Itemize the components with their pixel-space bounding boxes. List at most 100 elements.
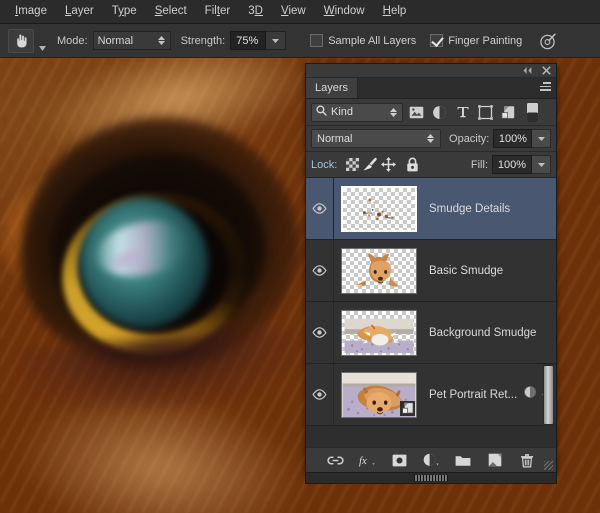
- new-layer-icon[interactable]: [487, 452, 504, 469]
- menu-item-label: ayer: [71, 5, 94, 17]
- layer-blend-mode-value: Normal: [317, 132, 353, 145]
- filter-pixel-layers-icon[interactable]: [407, 103, 426, 122]
- panel-menu-line: [543, 82, 551, 84]
- finger-painting-label: Finger Painting: [448, 34, 523, 47]
- table-row[interactable]: Basic Smudge: [306, 240, 556, 302]
- filter-kind-select[interactable]: Kind: [311, 102, 403, 122]
- lock-transparent-pixels-icon[interactable]: [343, 156, 361, 174]
- layer-blend-mode-select[interactable]: Normal: [311, 129, 442, 148]
- thumbnail-specks: [362, 197, 394, 220]
- lock-label: Lock:: [311, 158, 338, 171]
- menu-item-help[interactable]: Help: [374, 0, 416, 23]
- strength-dropdown-icon[interactable]: [266, 31, 287, 50]
- menu-item-type[interactable]: Type: [103, 0, 146, 23]
- new-group-icon[interactable]: [455, 452, 472, 469]
- opacity-input[interactable]: 100%: [493, 129, 533, 148]
- tab-layers[interactable]: Layers: [306, 78, 359, 98]
- eye-icon: [312, 389, 327, 400]
- new-adjustment-layer-icon[interactable]: [423, 452, 440, 469]
- sample-all-layers-checkbox[interactable]: Sample All Layers: [310, 34, 416, 47]
- fill-dropdown-icon[interactable]: [532, 155, 551, 174]
- layer-visibility-toggle[interactable]: [306, 364, 334, 425]
- layer-name: Basic Smudge: [429, 264, 504, 277]
- menu-item-label: indow: [334, 5, 365, 17]
- menu-accel: H: [382, 5, 391, 17]
- filter-adjustment-layers-icon[interactable]: [430, 103, 449, 122]
- opacity-label: Opacity:: [449, 132, 490, 145]
- strength-input[interactable]: 75%: [230, 31, 267, 50]
- tool-preset-chevron-icon[interactable]: [38, 29, 47, 53]
- tab-layers-label: Layers: [315, 82, 349, 94]
- menu-item-layer[interactable]: Layer: [56, 0, 103, 23]
- panel-menu-line: [540, 89, 551, 91]
- table-row[interactable]: Pet Portrait Ret...: [306, 364, 556, 426]
- strength-label: Strength:: [180, 34, 226, 47]
- opacity-dropdown-icon[interactable]: [532, 129, 551, 148]
- layer-visibility-toggle[interactable]: [306, 178, 334, 239]
- menu-item-label: pe: [123, 5, 137, 17]
- panel-menu-icon[interactable]: [540, 82, 551, 91]
- smart-object-badge-icon: [400, 400, 415, 416]
- stepper-icon: [426, 134, 435, 143]
- filter-kind-label: Kind: [331, 106, 354, 118]
- menu-accel: D: [254, 5, 263, 17]
- layers-panel: Layers Kind Normal Opacity: 100% Lock: F…: [305, 63, 557, 473]
- sample-all-layers-label: Sample All Layers: [328, 34, 417, 47]
- layer-thumbnail[interactable]: [341, 247, 417, 294]
- panel-menu-line: [540, 85, 551, 87]
- fill-input[interactable]: 100%: [492, 155, 532, 174]
- resize-grip-icon[interactable]: [544, 461, 553, 470]
- blend-opacity-row: Normal Opacity: 100%: [306, 126, 556, 152]
- close-icon[interactable]: [542, 62, 551, 80]
- dock-grip-icon: [414, 475, 448, 481]
- layer-filter-row: Kind: [306, 99, 556, 126]
- layer-visibility-toggle[interactable]: [306, 240, 334, 301]
- eye-icon: [312, 327, 327, 338]
- menu-item-label: mage: [18, 5, 47, 17]
- scrollbar-thumb[interactable]: [544, 366, 553, 424]
- menu-item-image[interactable]: Image: [6, 0, 56, 23]
- blend-mode-select[interactable]: Normal: [92, 31, 171, 50]
- filter-shape-layers-icon[interactable]: [476, 103, 495, 122]
- layer-effects-icon[interactable]: [523, 385, 537, 404]
- table-row[interactable]: Smudge Details: [306, 178, 556, 240]
- layer-list-scrollbar[interactable]: [543, 364, 554, 426]
- link-layers-icon[interactable]: [326, 452, 344, 469]
- filter-smart-object-icon[interactable]: [499, 103, 518, 122]
- menu-item-3d[interactable]: 3D: [239, 0, 272, 23]
- menu-item-label: er: [220, 5, 231, 17]
- table-row[interactable]: Background Smudge: [306, 302, 556, 364]
- layer-list[interactable]: Smudge Details Basic Smudge Background S…: [306, 178, 556, 447]
- photoshop-window: Image Layer Type Select Filter 3D View W…: [0, 0, 600, 513]
- mode-label: Mode:: [57, 34, 88, 47]
- checkbox-box: [430, 34, 444, 47]
- airbrush-pressure-icon[interactable]: [538, 31, 558, 51]
- collapse-to-icons-icon[interactable]: [522, 62, 533, 80]
- lock-all-icon[interactable]: [403, 156, 421, 174]
- menu-item-select[interactable]: Select: [146, 0, 196, 23]
- panel-title-bar: [306, 64, 556, 78]
- panel-tabstrip: Layers: [306, 78, 556, 99]
- menu-item-window[interactable]: Window: [315, 0, 374, 23]
- layer-name: Background Smudge: [429, 326, 537, 339]
- lock-image-pixels-icon[interactable]: [361, 156, 379, 174]
- search-icon: [316, 105, 327, 119]
- layers-panel-bottom-bar: fx: [306, 447, 556, 472]
- eye-icon: [312, 265, 327, 276]
- layer-visibility-toggle[interactable]: [306, 302, 334, 363]
- panel-dock-handle[interactable]: [305, 473, 557, 484]
- svg-text:fx: fx: [359, 455, 367, 467]
- filter-type-layers-icon[interactable]: [453, 103, 472, 122]
- delete-layer-icon[interactable]: [519, 452, 536, 469]
- layer-thumbnail[interactable]: [341, 309, 417, 356]
- smudge-tool-icon[interactable]: [8, 28, 34, 53]
- lock-position-icon[interactable]: [379, 156, 397, 174]
- add-layer-mask-icon[interactable]: [391, 452, 408, 469]
- layer-style-fx-icon[interactable]: fx: [359, 452, 376, 469]
- layer-thumbnail[interactable]: [341, 371, 417, 418]
- finger-painting-checkbox[interactable]: Finger Painting: [430, 34, 522, 47]
- menu-item-view[interactable]: View: [272, 0, 315, 23]
- layer-thumbnail[interactable]: [341, 185, 417, 232]
- filter-enable-toggle-icon[interactable]: [523, 102, 542, 122]
- menu-item-filter[interactable]: Filter: [196, 0, 240, 23]
